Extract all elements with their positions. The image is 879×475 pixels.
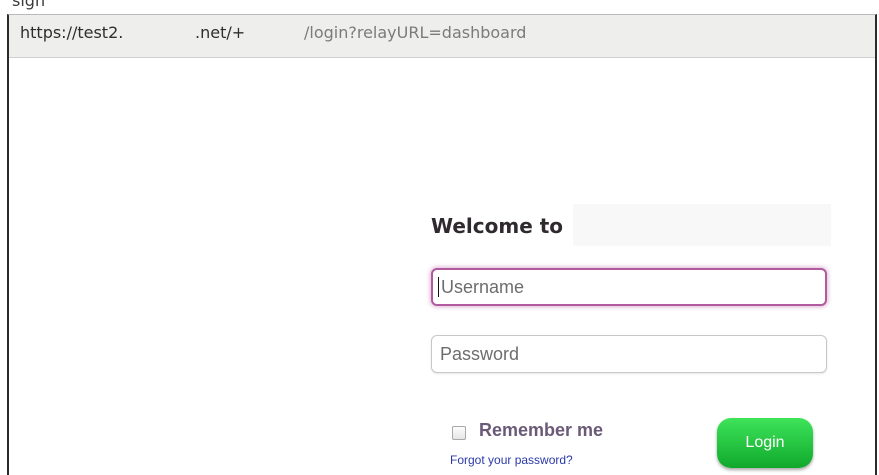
password-input[interactable]	[431, 335, 827, 373]
address-bar[interactable]: https://test2. .net/+ /login?relayURL=da…	[9, 15, 875, 58]
top-strip: sign	[0, 0, 879, 14]
welcome-heading: Welcome to	[431, 214, 564, 238]
forgot-password-link[interactable]: Forgot your password?	[450, 453, 573, 467]
top-text-fragment: sign	[12, 0, 46, 10]
url-segment-domain-suffix[interactable]: .net/+	[195, 23, 245, 42]
remember-me-checkbox[interactable]	[452, 426, 466, 440]
url-segment-path[interactable]: /login?relayURL=dashboard	[304, 23, 526, 42]
screenshot-frame: sign https://test2. .net/+ /login?relayU…	[0, 0, 879, 475]
text-cursor	[438, 277, 439, 297]
remember-me-label[interactable]: Remember me	[479, 420, 603, 441]
username-input[interactable]	[431, 268, 827, 306]
redacted-site-name	[573, 204, 831, 246]
login-button[interactable]: Login	[717, 418, 813, 468]
page-content: Welcome to Remember me Forgot your passw…	[9, 58, 875, 475]
browser-window: https://test2. .net/+ /login?relayURL=da…	[7, 14, 877, 475]
url-segment-scheme-host[interactable]: https://test2.	[20, 23, 123, 42]
